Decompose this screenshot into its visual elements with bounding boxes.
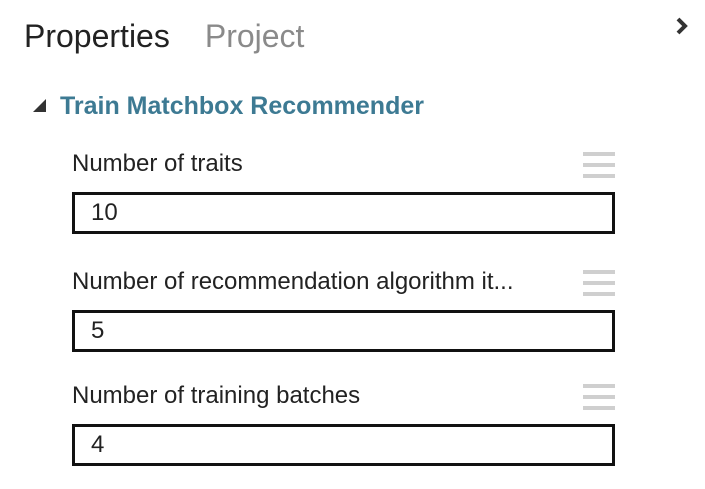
param-menu-icon[interactable] [583,382,615,412]
collapse-panel-button[interactable] [668,12,696,40]
param-menu-icon[interactable] [583,268,615,298]
caret-expanded-icon [33,99,46,112]
tab-properties[interactable]: Properties [24,16,170,56]
param-label: Number of traits [72,150,243,177]
properties-panel: Properties Project Train Matchbox Recomm… [0,0,705,489]
number-of-traits-input[interactable] [72,192,615,234]
param-menu-icon[interactable] [583,150,615,180]
chevron-right-icon [676,17,688,35]
number-of-training-batches-input[interactable] [72,424,615,466]
panel-tabs: Properties Project [24,16,339,56]
param-label: Number of training batches [72,382,361,409]
tab-project[interactable]: Project [205,16,305,56]
number-of-iterations-input[interactable] [72,310,615,352]
param-label: Number of recommendation algorithm it... [72,268,514,295]
section-title: Train Matchbox Recommender [60,92,424,120]
section-header[interactable]: Train Matchbox Recommender [30,88,424,124]
